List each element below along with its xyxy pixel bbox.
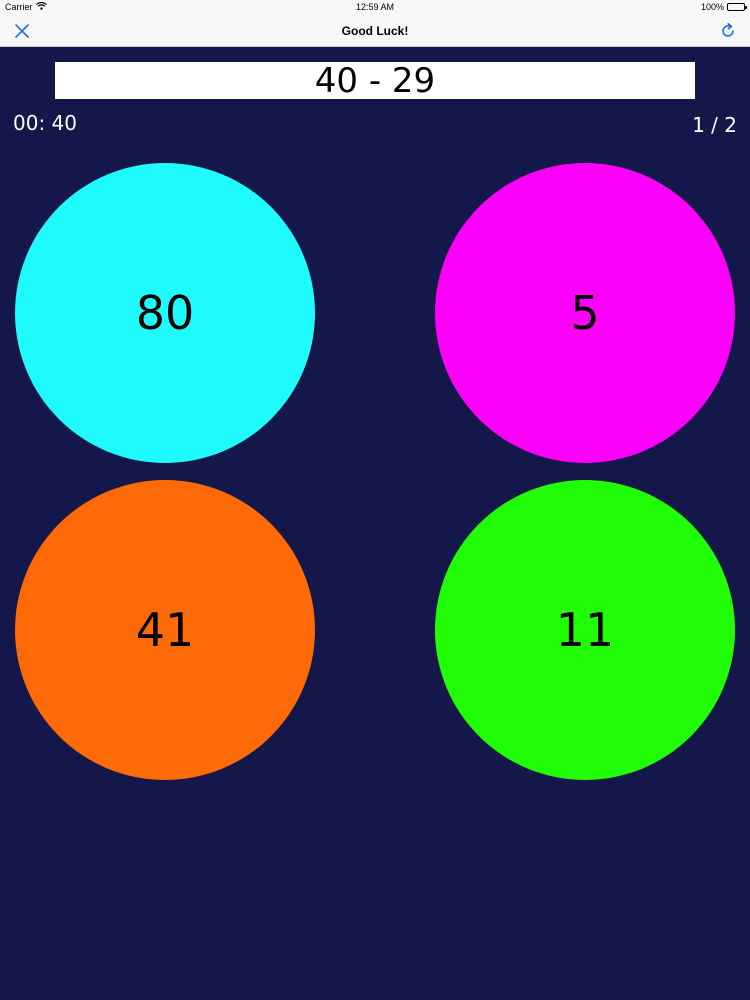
answer-button-3[interactable]: 41 [15, 480, 315, 780]
answer-label: 11 [555, 603, 615, 657]
page-title: Good Luck! [341, 24, 409, 38]
answer-button-1[interactable]: 80 [15, 163, 315, 463]
answer-label: 80 [135, 286, 195, 340]
refresh-button[interactable] [716, 19, 740, 43]
question-text: 40 - 29 [314, 60, 436, 101]
answer-button-4[interactable]: 11 [435, 480, 735, 780]
status-time: 12:59 AM [355, 2, 395, 12]
answer-label: 5 [570, 286, 600, 340]
answer-label: 41 [135, 603, 195, 657]
battery-icon [727, 3, 747, 11]
question-progress: 1 / 2 [692, 113, 737, 137]
close-button[interactable] [10, 19, 34, 43]
status-right: 100% [700, 2, 747, 12]
answer-button-2[interactable]: 5 [435, 163, 735, 463]
close-icon [15, 24, 29, 38]
question-box: 40 - 29 [55, 62, 695, 99]
timer: 00: 40 [13, 111, 77, 135]
battery-percent: 100% [700, 2, 724, 12]
refresh-icon [722, 23, 734, 37]
status-bar: Carrier 12:59 AM 100% [0, 0, 750, 15]
nav-bar: Good Luck! [0, 15, 750, 47]
